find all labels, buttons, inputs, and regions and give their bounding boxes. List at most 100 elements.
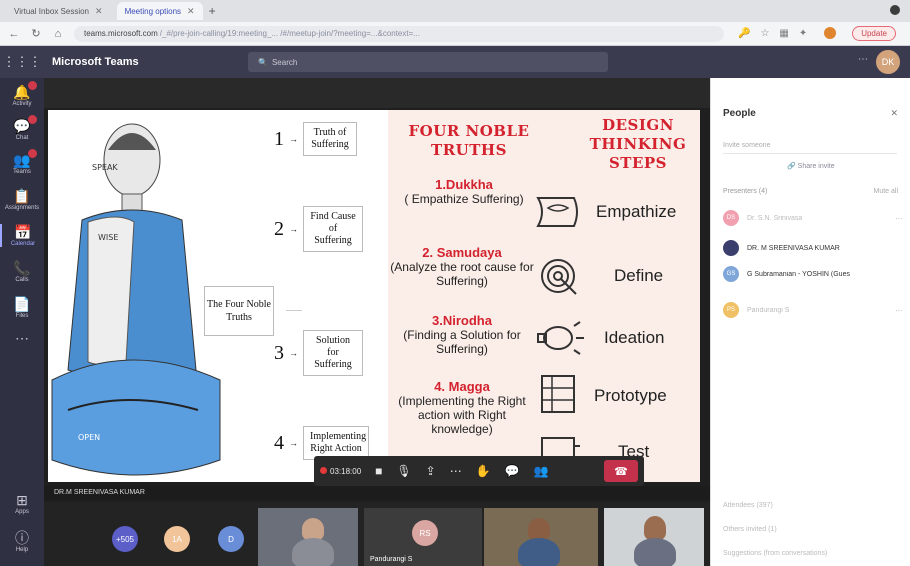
video-tile[interactable] (484, 508, 598, 566)
reload-icon[interactable]: ↻ (28, 27, 44, 40)
rail-label: Help (15, 547, 29, 553)
rail-item-calendar[interactable]: 📅 Calendar (0, 224, 44, 247)
star-icon[interactable]: ☆ (760, 28, 769, 39)
new-tab-button[interactable]: + (209, 4, 216, 18)
participant-body (634, 538, 676, 566)
participant-row[interactable]: DR. M SREENIVASA KUMAR (723, 238, 903, 258)
dt-step-ideation: Ideation (604, 328, 665, 347)
microphone-icon[interactable]: 🎙 (396, 464, 411, 478)
rail-item-files[interactable]: 📄 Files (0, 296, 44, 319)
participant-name: G Subramanian - YOSHIN (Gues (747, 270, 850, 278)
more-actions-icon[interactable]: ⋯ (450, 464, 462, 478)
invite-input[interactable]: Invite someone (723, 138, 897, 154)
rail-label: Files (15, 313, 29, 319)
screen: Virtual Inbox Session ✕ Meeting options … (0, 0, 910, 566)
participant-avatar[interactable]: D (218, 526, 244, 552)
rail-item-more[interactable]: ⋯ (0, 330, 44, 347)
dt-step-define: Define (614, 266, 664, 285)
svg-text:WISE: WISE (98, 233, 118, 242)
search-input[interactable]: 🔍 Search (248, 52, 608, 72)
rail-item-calls[interactable]: 📞 Calls (0, 260, 44, 283)
close-icon[interactable]: ✕ (187, 6, 195, 17)
call-controls: 03:18:00 ■ 🎙 ⇪ ⋯ ✋ 💬 👥 ☎ (314, 456, 644, 486)
truth-desc: (Implementing the Right action with Righ… (398, 394, 526, 436)
participant-body (292, 538, 334, 566)
help-icon: ⓘ (15, 530, 29, 546)
rail-item-teams[interactable]: 👥 Teams (0, 149, 44, 175)
participant-face (302, 518, 324, 540)
design-thinking-title: DESIGN THINKING STEPS (589, 116, 687, 172)
four-noble-truths-box: The Four Noble Truths (204, 286, 274, 336)
participant-row[interactable]: PS Pandurangi S ⋯ (723, 300, 903, 320)
truth-step: 2 → Find Cause of Suffering (274, 206, 363, 252)
key-icon[interactable]: 🔑 (738, 28, 750, 39)
more-icon: ⋯ (15, 330, 29, 346)
participant-avatar[interactable]: 1A (164, 526, 190, 552)
rail-label: Chat (15, 135, 29, 141)
apps-icon: ⊞ (16, 492, 28, 508)
prototype-icon (541, 375, 575, 413)
share-screen-icon[interactable]: ⇪ (426, 464, 436, 478)
timer-text: 03:18:00 (330, 466, 362, 476)
video-tile[interactable] (258, 508, 358, 566)
app-launcher-icon[interactable]: ⋮⋮⋮ (0, 54, 44, 70)
participant-row[interactable]: GS G Subramanian - YOSHIN (Gues (723, 264, 903, 284)
svg-text:OPEN: OPEN (78, 433, 100, 442)
people-panel: People ✕ Invite someone 🔗 Share invite P… (710, 78, 910, 566)
home-icon[interactable]: ⌂ (50, 28, 66, 40)
pin-icon[interactable]: ✦ (799, 28, 807, 39)
browser-menu-icon[interactable] (890, 5, 900, 15)
assignments-icon: 📋 (13, 188, 31, 204)
suggestions-header[interactable]: Suggestions (from conversations) (723, 550, 827, 557)
close-icon[interactable]: ✕ (95, 6, 103, 17)
truth-desc: (Finding a Solution for Suffering) (403, 328, 521, 356)
more-icon[interactable]: ⋯ (895, 214, 903, 223)
more-options-icon[interactable]: ⋯ (858, 54, 868, 65)
search-icon: 🔍 (258, 57, 268, 67)
tile-name: Pandurangi S (370, 556, 413, 563)
ideation-bulb-icon (537, 321, 584, 355)
rail-item-help[interactable]: ⓘ Help (0, 530, 44, 553)
record-dot-icon (320, 466, 327, 474)
rail-item-activity[interactable]: 🔔 Activity (0, 81, 44, 107)
step-box: Truth of Suffering (303, 122, 357, 156)
url-input[interactable]: teams.microsoft.com /_#/pre-join-calling… (74, 25, 724, 42)
rail-label: Activity (12, 101, 32, 107)
presenters-header[interactable]: Presenters (4) (723, 188, 767, 195)
participants-icon[interactable]: 👥 (534, 464, 549, 478)
browser-tab[interactable]: Virtual Inbox Session ✕ (6, 2, 111, 20)
extensions-icon[interactable]: ▦ (779, 28, 788, 39)
update-button[interactable]: Update (852, 26, 896, 41)
stage-top-bar (44, 78, 710, 108)
rail-item-apps[interactable]: ⊞ Apps (0, 492, 44, 515)
hang-up-button[interactable]: ☎ (604, 460, 638, 482)
define-target-icon (541, 259, 577, 295)
rail-item-chat[interactable]: 💬 Chat (0, 115, 44, 141)
share-invite-link[interactable]: 🔗 Share invite (787, 162, 835, 170)
more-icon[interactable]: ⋯ (895, 306, 903, 315)
mute-all-link[interactable]: Mute all (873, 188, 898, 195)
step-box: Solution for Suffering (303, 330, 363, 376)
attendees-header[interactable]: Attendees (397) (723, 502, 773, 509)
overflow-count-avatar[interactable]: +505 (112, 526, 138, 552)
video-tile[interactable] (604, 508, 704, 566)
back-arrow-icon[interactable]: ← (6, 28, 22, 40)
truth-name: 4. Magga (434, 379, 490, 394)
teams-header: ⋮⋮⋮ Microsoft Teams 🔍 Search ⋯ DK (0, 46, 910, 78)
participant-avatar: DS (723, 210, 739, 226)
file-icon: 📄 (13, 296, 31, 312)
user-avatar[interactable]: DK (876, 50, 900, 74)
bell-icon: 🔔 (13, 84, 31, 100)
chat-icon[interactable]: 💬 (505, 464, 520, 478)
arrow-icon: → (289, 134, 298, 144)
camera-icon[interactable]: ■ (375, 464, 382, 478)
raise-hand-icon[interactable]: ✋ (476, 464, 491, 478)
rail-item-assignments[interactable]: 📋 Assignments (0, 188, 44, 211)
browser-tab-active[interactable]: Meeting options ✕ (116, 2, 203, 20)
profile-avatar[interactable] (824, 27, 836, 39)
participant-row[interactable]: DS Dr. S.N. Srinivasa ⋯ (723, 208, 903, 228)
video-tile[interactable]: RS Pandurangi S (364, 508, 482, 566)
tab-label: Meeting options (124, 6, 182, 16)
close-icon[interactable]: ✕ (890, 108, 898, 119)
others-invited-header[interactable]: Others invited (1) (723, 526, 777, 533)
